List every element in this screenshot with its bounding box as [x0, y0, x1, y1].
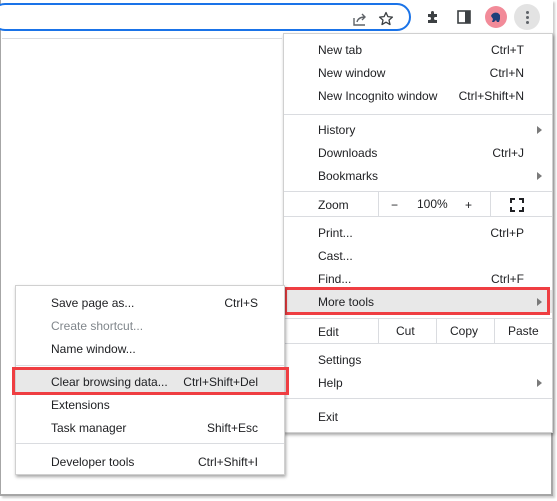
menu-separator	[284, 216, 552, 217]
menu-item-label: Find...	[318, 271, 352, 286]
menu-item-shortcut: Ctrl+P	[490, 225, 524, 240]
share-icon[interactable]	[351, 10, 369, 28]
zoom-label: Zoom	[318, 197, 349, 212]
menu-item-label: New tab	[318, 42, 363, 57]
menu-item-label: History	[318, 122, 356, 137]
edit-divider	[494, 319, 495, 343]
menu-item-label: Extensions	[51, 397, 110, 412]
menu-item-save-page-as[interactable]: Save page as... Ctrl+S	[16, 291, 284, 314]
menu-item-more-tools[interactable]: More tools	[284, 290, 552, 313]
menu-item-downloads[interactable]: Downloads Ctrl+J	[284, 141, 552, 164]
menu-item-shortcut: Ctrl+Shift+N	[458, 88, 524, 103]
fullscreen-icon[interactable]	[510, 198, 524, 212]
menu-item-shortcut: Ctrl+J	[492, 145, 524, 160]
menu-item-shortcut: Ctrl+N	[489, 65, 524, 80]
menu-item-new-window[interactable]: New window Ctrl+N	[284, 61, 552, 84]
submenu-arrow-icon	[537, 378, 542, 387]
menu-item-settings[interactable]: Settings	[284, 348, 552, 371]
menu-item-name-window[interactable]: Name window...	[16, 337, 284, 360]
menu-item-shortcut: Ctrl+S	[224, 295, 258, 310]
menu-item-label: Cast...	[318, 248, 353, 263]
menu-item-extensions[interactable]: Extensions	[16, 393, 284, 416]
menu-item-help[interactable]: Help	[284, 371, 552, 394]
menu-item-label: Task manager	[51, 420, 127, 435]
submenu-arrow-icon	[537, 171, 542, 180]
menu-item-create-shortcut: Create shortcut...	[16, 314, 284, 337]
paste-button[interactable]: Paste	[508, 324, 539, 338]
copy-button[interactable]: Copy	[450, 324, 478, 338]
edit-label: Edit	[318, 324, 339, 339]
menu-separator	[284, 398, 552, 399]
menu-item-task-manager[interactable]: Task manager Shift+Esc	[16, 416, 284, 439]
menu-item-bookmarks[interactable]: Bookmarks	[284, 164, 552, 187]
submenu-arrow-icon	[537, 125, 542, 134]
zoom-level-value: 100%	[417, 197, 448, 211]
menu-item-label: Name window...	[51, 341, 136, 356]
menu-dot	[525, 20, 529, 24]
bookmark-star-icon[interactable]	[377, 10, 395, 28]
chrome-main-menu: New tab Ctrl+T New window Ctrl+N New Inc…	[283, 33, 553, 433]
profile-avatar[interactable]	[485, 6, 507, 28]
menu-item-history[interactable]: History	[284, 118, 552, 141]
menu-item-label: Save page as...	[51, 295, 135, 310]
zoom-in-button[interactable]: +	[465, 198, 472, 212]
menu-item-label: Bookmarks	[318, 168, 379, 183]
menu-dot	[525, 10, 529, 14]
menu-item-label: New window	[318, 65, 386, 80]
menu-item-label: More tools	[318, 294, 375, 309]
menu-item-shortcut: Shift+Esc	[206, 420, 258, 435]
menu-item-clear-browsing-data[interactable]: Clear browsing data... Ctrl+Shift+Del	[16, 370, 284, 393]
zoom-out-button[interactable]: −	[391, 198, 398, 212]
kebab-menu-button[interactable]	[514, 4, 540, 30]
address-bar[interactable]	[0, 3, 411, 31]
menu-item-shortcut: Ctrl+Shift+I	[197, 454, 258, 469]
menu-item-print[interactable]: Print... Ctrl+P	[284, 221, 552, 244]
side-panel-icon[interactable]	[454, 7, 474, 27]
zoom-divider	[490, 192, 491, 216]
menu-item-label: Downloads	[318, 145, 378, 160]
content-divider	[2, 38, 282, 39]
menu-separator	[16, 443, 284, 444]
menu-separator	[284, 318, 552, 319]
menu-separator	[16, 365, 284, 366]
menu-separator	[284, 191, 552, 192]
edit-divider	[436, 319, 437, 343]
menu-item-new-tab[interactable]: New tab Ctrl+T	[284, 38, 552, 61]
extensions-puzzle-icon[interactable]	[423, 7, 443, 27]
menu-item-shortcut: Ctrl+Shift+Del	[183, 374, 258, 389]
cut-button[interactable]: Cut	[396, 324, 415, 338]
submenu-arrow-icon	[537, 297, 542, 306]
menu-dot	[525, 15, 529, 19]
menu-item-label: Developer tools	[51, 454, 135, 469]
menu-item-cast[interactable]: Cast...	[284, 244, 552, 267]
menu-item-new-incognito-window[interactable]: New Incognito window Ctrl+Shift+N	[284, 84, 552, 107]
menu-item-label: Help	[318, 375, 343, 390]
more-tools-submenu: Save page as... Ctrl+S Create shortcut..…	[15, 285, 285, 475]
menu-item-exit[interactable]: Exit	[284, 405, 552, 428]
browser-window: New tab Ctrl+T New window Ctrl+N New Inc…	[0, 0, 553, 496]
menu-item-label: Clear browsing data...	[51, 374, 168, 389]
menu-item-label: Create shortcut...	[51, 318, 144, 333]
zoom-divider	[378, 192, 379, 216]
menu-separator	[284, 343, 552, 344]
menu-item-shortcut: Ctrl+T	[491, 42, 524, 57]
menu-separator	[284, 114, 552, 115]
menu-item-label: New Incognito window	[318, 88, 438, 103]
menu-item-developer-tools[interactable]: Developer tools Ctrl+Shift+I	[16, 450, 284, 473]
menu-item-shortcut: Ctrl+F	[491, 271, 524, 286]
menu-item-label: Exit	[318, 409, 339, 424]
browser-toolbar	[0, 0, 553, 34]
menu-item-label: Print...	[318, 225, 353, 240]
menu-item-label: Settings	[318, 352, 362, 367]
menu-item-find[interactable]: Find... Ctrl+F	[284, 267, 552, 290]
edit-divider	[378, 319, 379, 343]
